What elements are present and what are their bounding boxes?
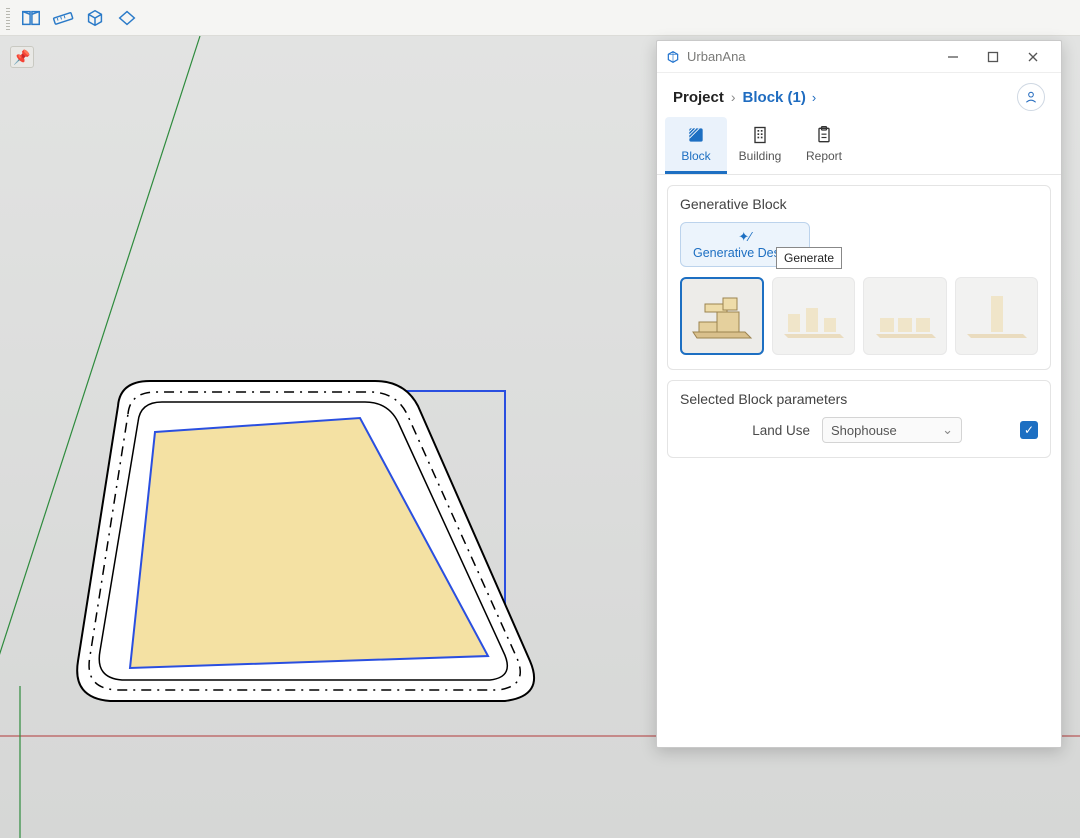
tab-building[interactable]: Building: [729, 117, 791, 174]
user-avatar-icon[interactable]: [1017, 83, 1045, 111]
report-tab-icon: [812, 123, 836, 147]
chevron-right-icon: ›: [812, 90, 816, 105]
tab-block[interactable]: Block: [665, 117, 727, 174]
selected-block-parameters-section: Selected Block parameters Land Use Shoph…: [667, 380, 1051, 458]
toolbar-ruler-icon[interactable]: [48, 3, 78, 33]
block-tab-icon: [684, 123, 708, 147]
side-panel: UrbanAna Project › Block (1) › Block Bui…: [656, 40, 1062, 748]
main-toolbar: [0, 0, 1080, 36]
section-title: Generative Block: [680, 196, 1038, 212]
tab-label: Block: [681, 149, 710, 163]
section-title: Selected Block parameters: [680, 391, 1038, 407]
select-value: Shophouse: [831, 423, 897, 438]
tab-label: Building: [739, 149, 782, 163]
preset-row[interactable]: [863, 277, 947, 355]
tab-bar: Block Building Report: [657, 117, 1061, 175]
land-use-checkbox[interactable]: ✓: [1020, 421, 1038, 439]
tab-label: Report: [806, 149, 842, 163]
wand-icon: ✦⁄: [738, 229, 751, 245]
app-logo-icon: [665, 49, 681, 65]
panel-titlebar: UrbanAna: [657, 41, 1061, 73]
toolbar-box-3d-icon[interactable]: [80, 3, 110, 33]
tab-report[interactable]: Report: [793, 117, 855, 174]
land-use-label: Land Use: [680, 423, 810, 438]
tooltip: Generate: [776, 247, 842, 269]
toolbar-grip: [6, 6, 10, 30]
close-button[interactable]: [1013, 41, 1053, 73]
toolbar-book-open-icon[interactable]: [16, 3, 46, 33]
preset-scattered[interactable]: [772, 277, 856, 355]
app-name: UrbanAna: [687, 49, 746, 64]
chevron-down-icon: ⌄: [942, 422, 953, 438]
land-use-select[interactable]: Shophouse ⌄: [822, 417, 962, 443]
preset-courtyard[interactable]: [680, 277, 764, 355]
building-tab-icon: [748, 123, 772, 147]
minimize-button[interactable]: [933, 41, 973, 73]
toolbar-diamond-icon[interactable]: [112, 3, 142, 33]
pin-icon[interactable]: 📌: [10, 46, 34, 68]
preset-row: [680, 277, 1038, 355]
breadcrumb: Project › Block (1) ›: [657, 73, 1061, 117]
breadcrumb-block[interactable]: Block (1): [743, 89, 806, 106]
breadcrumb-project[interactable]: Project: [673, 89, 724, 106]
preset-tower[interactable]: [955, 277, 1039, 355]
maximize-button[interactable]: [973, 41, 1013, 73]
chevron-right-icon: ›: [731, 89, 736, 105]
generative-block-section: Generative Block ✦⁄ Generative Design Ge…: [667, 185, 1051, 370]
